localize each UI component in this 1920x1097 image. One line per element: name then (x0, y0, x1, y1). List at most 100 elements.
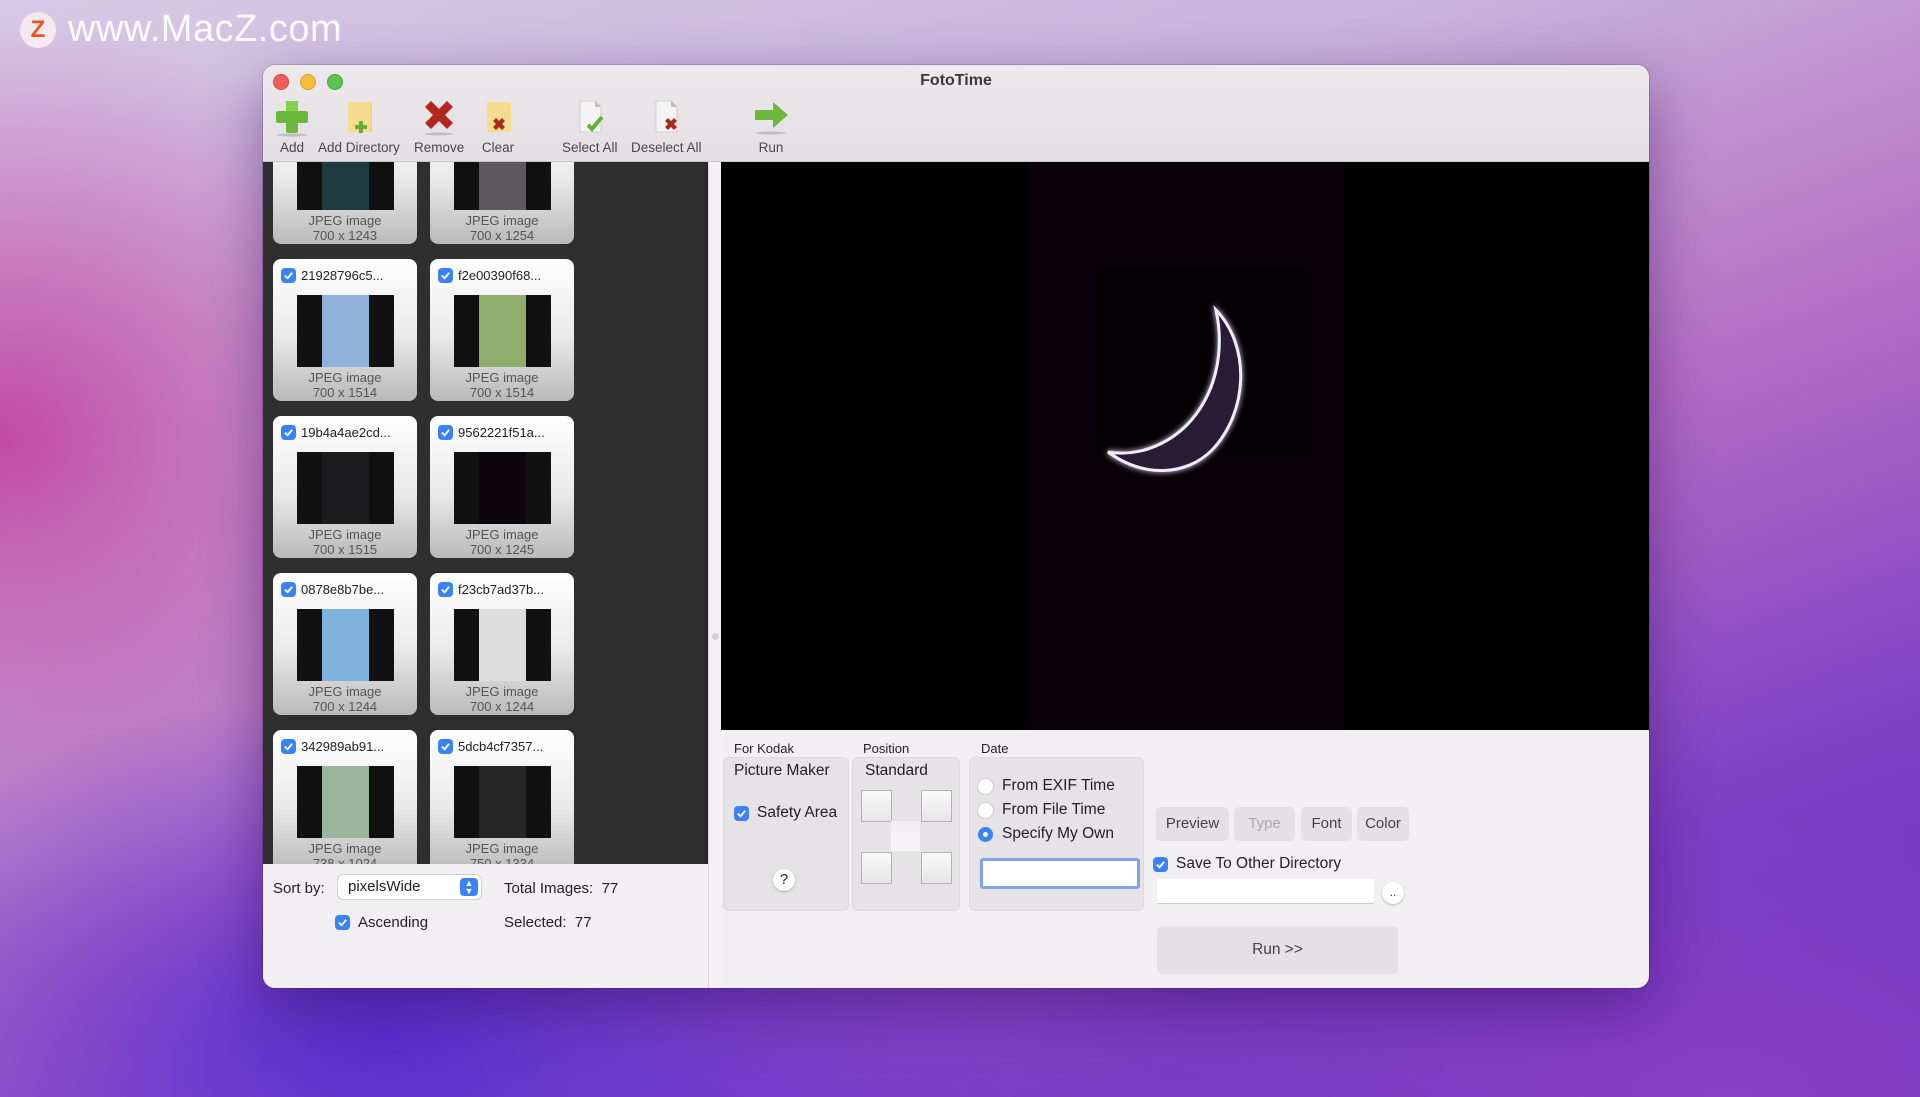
image-dimensions: 700 x 1514 (312, 385, 378, 400)
image-thumbnail (297, 766, 394, 838)
selected-label: Selected: (504, 914, 567, 931)
position-value: Standard (865, 762, 928, 779)
thumbnail-content (322, 766, 369, 838)
image-filename: 21928796c5... (301, 268, 384, 283)
checkbox-checked-icon (734, 805, 749, 821)
toolbar-add-button[interactable]: Add (272, 97, 312, 155)
image-filename: 9562221f51a... (458, 425, 545, 440)
radio-unselected-icon (978, 802, 993, 818)
watermark: Z www.MacZ.com (20, 8, 342, 51)
image-thumbnail (297, 609, 394, 681)
app-window: FotoTime Add Add Directory Remove Clear … (263, 65, 1649, 988)
image-card[interactable]: JPEG image 700 x 1254 (430, 162, 574, 244)
preview-button[interactable]: Preview (1156, 807, 1229, 841)
image-dimensions: 700 x 1245 (469, 542, 535, 557)
image-dimensions: 700 x 1514 (469, 385, 535, 400)
date-group-label: Date (981, 741, 1009, 756)
toolbar-deselect-all-button[interactable]: Deselect All (631, 97, 702, 155)
browse-directory-button[interactable]: .. (1382, 882, 1404, 904)
toolbar-run-button[interactable]: Run (751, 97, 791, 155)
date-option-exif[interactable]: From EXIF Time (978, 777, 1115, 795)
macz-logo-icon: Z (20, 11, 56, 48)
image-list[interactable]: JPEG image 700 x 1243 JPEG image 700 x 1254… (263, 162, 708, 864)
image-card[interactable]: 0878e8b7be... JPEG image 700 x 1244 (273, 573, 417, 715)
kodak-group: Picture Maker Safety Area ? (723, 757, 849, 911)
safety-area-checkbox[interactable]: Safety Area (734, 804, 837, 822)
add-icon (272, 97, 312, 137)
position-bottom-left[interactable] (861, 852, 892, 884)
image-card[interactable]: f2e00390f68... JPEG image 700 x 1514 (430, 259, 574, 401)
image-filename: 342989ab91... (301, 739, 385, 754)
custom-date-input[interactable] (980, 858, 1140, 889)
thumbnail-content (479, 766, 526, 838)
image-select-checkbox[interactable] (438, 739, 453, 754)
image-thumbnail (297, 162, 394, 210)
type-button[interactable]: Type (1234, 807, 1295, 841)
color-button[interactable]: Color (1357, 807, 1409, 841)
thumbnail-content (479, 452, 526, 524)
position-top-left[interactable] (861, 790, 892, 822)
thumbnail-content (479, 162, 526, 210)
neon-moon-graphic (1107, 305, 1243, 472)
image-dimensions: 700 x 1515 (312, 542, 378, 557)
position-bottom-right[interactable] (921, 852, 952, 884)
selected-count: Selected: 77 (504, 914, 592, 931)
image-type: JPEG image (308, 213, 382, 228)
image-select-checkbox[interactable] (281, 268, 296, 283)
toolbar-add-label: Add (279, 140, 305, 155)
image-card[interactable]: 21928796c5... JPEG image 700 x 1514 (273, 259, 417, 401)
image-filename: f2e00390f68... (458, 268, 542, 283)
sort-by-select[interactable]: pixelsWide ▲ ▼ (338, 875, 481, 899)
image-thumbnail (454, 452, 551, 524)
image-type: JPEG image (465, 684, 539, 699)
position-group: Standard (852, 757, 960, 911)
sort-by-value: pixelsWide (348, 878, 421, 895)
image-card[interactable]: JPEG image 700 x 1243 (273, 162, 417, 244)
save-other-directory-checkbox[interactable]: Save To Other Directory (1153, 855, 1341, 873)
image-card[interactable]: 5dcb4cf7357... JPEG image 750 x 1334 (430, 730, 574, 864)
toolbar-remove-button[interactable]: Remove (414, 97, 464, 155)
image-type: JPEG image (465, 370, 539, 385)
thumbnail-content (322, 295, 369, 367)
image-filename: 19b4a4ae2cd... (301, 425, 391, 440)
toolbar-clear-button[interactable]: Clear (478, 97, 518, 155)
image-dimensions: 750 x 1334 (469, 856, 535, 864)
image-select-checkbox[interactable] (438, 268, 453, 283)
divider-handle[interactable] (712, 633, 719, 640)
image-select-checkbox[interactable] (281, 582, 296, 597)
remove-icon (419, 97, 459, 137)
toolbar-run-label: Run (758, 140, 784, 155)
watermark-text: www.MacZ.com (68, 8, 343, 50)
select-all-icon (570, 97, 610, 137)
thumbnail-content (322, 609, 369, 681)
ascending-checkbox[interactable]: Ascending (335, 914, 428, 931)
image-select-checkbox[interactable] (438, 582, 453, 597)
image-type: JPEG image (465, 527, 539, 542)
ascending-label: Ascending (358, 914, 429, 931)
image-type: JPEG image (308, 841, 382, 856)
position-center[interactable] (891, 821, 920, 851)
output-directory-input[interactable] (1157, 879, 1374, 904)
image-select-checkbox[interactable] (281, 739, 296, 754)
thumbnail-content (322, 452, 369, 524)
image-card[interactable]: f23cb7ad37b... JPEG image 700 x 1244 (430, 573, 574, 715)
chevron-up-down-icon: ▲ ▼ (460, 878, 478, 896)
toolbar-add-directory-button[interactable]: Add Directory (318, 97, 400, 155)
toolbar-add-directory-label: Add Directory (318, 140, 400, 155)
help-button[interactable]: ? (773, 869, 795, 891)
toolbar-remove-label: Remove (414, 140, 465, 155)
image-card[interactable]: 19b4a4ae2cd... JPEG image 700 x 1515 (273, 416, 417, 558)
image-type: JPEG image (465, 841, 539, 856)
toolbar-select-all-button[interactable]: Select All (562, 97, 618, 155)
image-card[interactable]: 9562221f51a... JPEG image 700 x 1245 (430, 416, 574, 558)
font-button[interactable]: Font (1301, 807, 1352, 841)
run-process-button[interactable]: Run >> (1157, 926, 1398, 974)
date-option-file-time[interactable]: From File Time (978, 801, 1105, 819)
image-select-checkbox[interactable] (281, 425, 296, 440)
image-preview (721, 162, 1649, 730)
split-view-divider[interactable] (708, 162, 722, 988)
image-select-checkbox[interactable] (438, 425, 453, 440)
image-card[interactable]: 342989ab91... JPEG image 738 x 1024 (273, 730, 417, 864)
date-option-specify[interactable]: Specify My Own (978, 825, 1114, 843)
position-top-right[interactable] (921, 790, 952, 822)
